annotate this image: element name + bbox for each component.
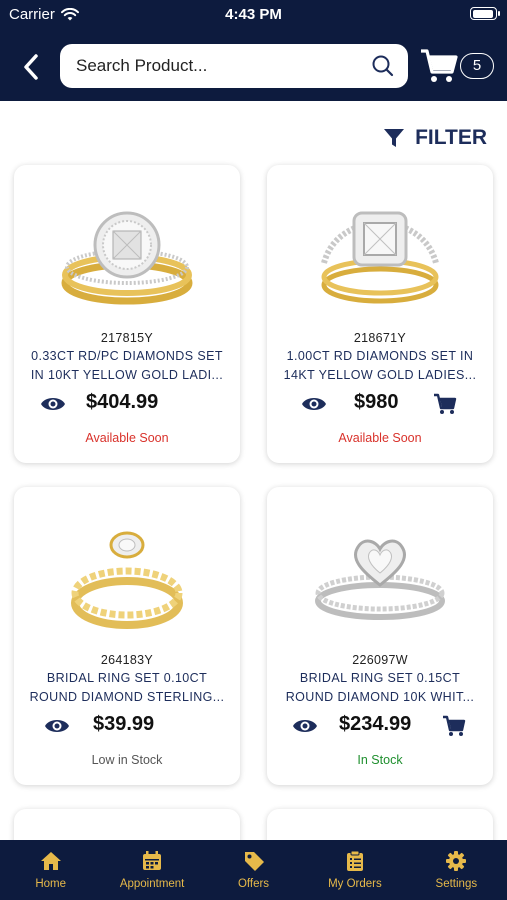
nav-label: Settings <box>435 878 478 890</box>
product-sku: 264183Y <box>100 653 154 667</box>
product-name[interactable]: BRIDAL RING SET 0.15CT ROUND DIAMOND 10K… <box>277 669 483 707</box>
eye-icon[interactable] <box>292 716 318 736</box>
product-card[interactable]: 218671Y 1.00CT RD DIAMONDS SET IN 14KT Y… <box>267 165 493 463</box>
bottom-nav: Home Appointment Offers My Orders Settin… <box>0 840 507 900</box>
product-price: $234.99 <box>339 713 412 735</box>
product-sku: 218671Y <box>353 331 407 345</box>
stock-status: Available Soon <box>85 431 169 445</box>
search-icon[interactable] <box>372 55 394 77</box>
ring-image <box>315 539 445 620</box>
nav-home[interactable]: Home <box>0 840 101 900</box>
product-name[interactable]: 0.33CT RD/PC DIAMONDS SET IN 10KT YELLOW… <box>24 347 230 385</box>
search-input[interactable] <box>76 44 356 88</box>
product-image[interactable] <box>267 515 493 635</box>
add-to-cart-icon[interactable] <box>442 715 466 737</box>
ring-image <box>61 211 193 305</box>
product-image[interactable] <box>14 193 240 313</box>
product-name[interactable]: 1.00CT RD DIAMONDS SET IN 14KT YELLOW GO… <box>277 347 483 385</box>
search-bar <box>60 44 408 88</box>
product-image[interactable] <box>14 515 240 635</box>
clock: 4:43 PM <box>225 6 282 23</box>
price-row: $980 <box>267 389 493 419</box>
nav-appointment[interactable]: Appointment <box>101 840 202 900</box>
eye-icon[interactable] <box>40 394 66 414</box>
calendar-icon <box>143 851 162 870</box>
filter-label: FILTER <box>415 126 487 149</box>
status-bar: Carrier 4:43 PM <box>0 0 507 30</box>
clipboard-icon <box>346 850 363 871</box>
nav-label: Appointment <box>119 878 185 890</box>
gear-icon <box>446 851 467 871</box>
nav-settings[interactable]: Settings <box>406 840 507 900</box>
stock-status: Available Soon <box>338 431 422 445</box>
cart-icon <box>421 49 458 82</box>
product-card[interactable]: 217815Y 0.33CT RD/PC DIAMONDS SET IN 10K… <box>14 165 240 463</box>
product-price: $39.99 <box>93 713 155 735</box>
nav-label: Home <box>35 878 67 890</box>
price-row: $39.99 <box>14 711 240 741</box>
cart-button[interactable]: 5 <box>420 46 498 86</box>
battery-level <box>472 9 494 18</box>
back-button[interactable] <box>18 52 44 82</box>
stock-status: Low in Stock <box>91 753 163 767</box>
nav-my-orders[interactable]: My Orders <box>304 840 405 900</box>
filter-icon <box>384 129 405 147</box>
nav-label: My Orders <box>328 878 382 890</box>
top-bar: Carrier 4:43 PM 5 <box>0 0 507 101</box>
product-sku: 217815Y <box>100 331 154 345</box>
product-card[interactable]: 226097W BRIDAL RING SET 0.15CT ROUND DIA… <box>267 487 493 785</box>
price-row: $404.99 <box>14 389 240 419</box>
home-icon <box>40 852 61 870</box>
chevron-left-icon <box>24 54 38 80</box>
product-price: $404.99 <box>86 391 159 413</box>
add-to-cart-icon[interactable] <box>433 393 457 415</box>
price-row: $234.99 <box>267 711 493 741</box>
nav-label: Offers <box>237 878 270 890</box>
ring-image <box>321 211 439 304</box>
cart-count-badge: 5 <box>460 53 494 79</box>
product-price: $980 <box>354 391 399 413</box>
filter-button[interactable]: FILTER <box>383 126 487 150</box>
product-image[interactable] <box>267 193 493 313</box>
product-name[interactable]: BRIDAL RING SET 0.10CT ROUND DIAMOND STE… <box>24 669 230 707</box>
product-sku: 226097W <box>352 653 408 667</box>
eye-icon[interactable] <box>301 394 327 414</box>
stock-status: In Stock <box>357 753 403 767</box>
battery-icon <box>470 7 500 20</box>
eye-icon[interactable] <box>44 716 70 736</box>
product-card[interactable]: 264183Y BRIDAL RING SET 0.10CT ROUND DIA… <box>14 487 240 785</box>
nav-offers[interactable]: Offers <box>203 840 304 900</box>
tag-icon <box>244 852 264 871</box>
ring-image <box>71 531 183 629</box>
